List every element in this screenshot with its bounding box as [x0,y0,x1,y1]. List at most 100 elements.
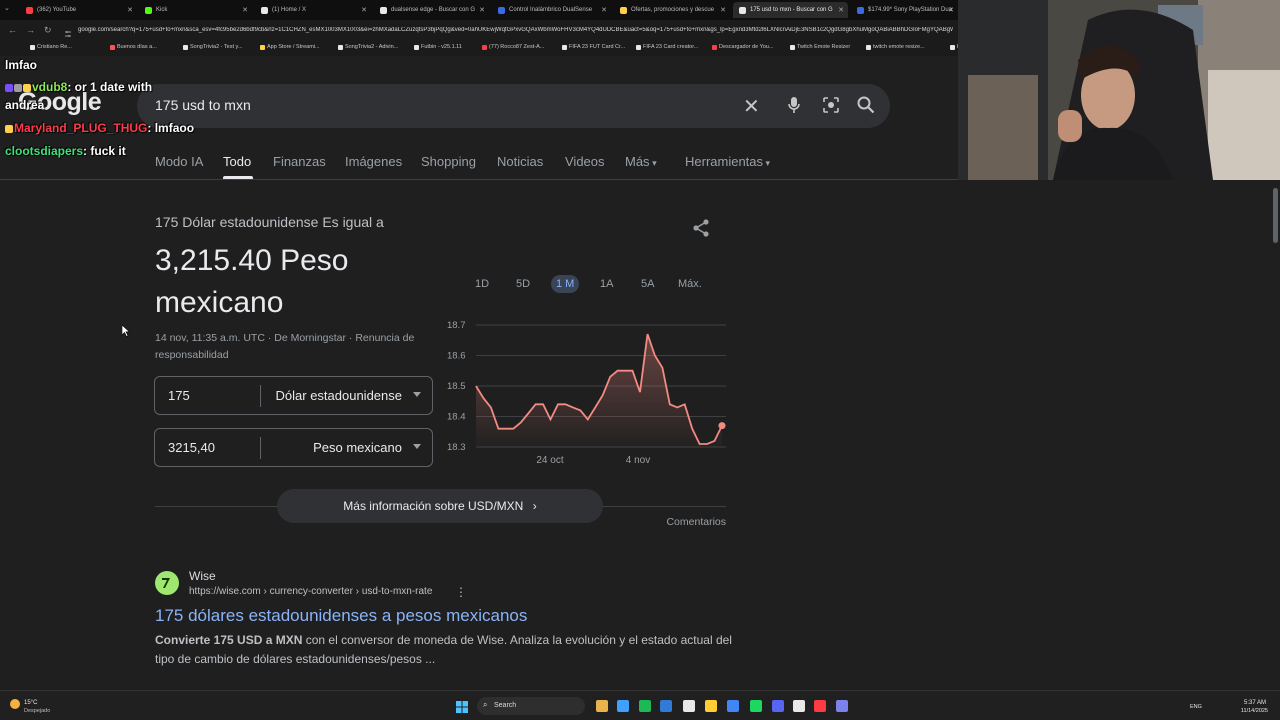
bookmark-label: SongTrivia2 - Adivin... [345,44,399,50]
browser-tab[interactable]: dualsense edge - Buscar con G ✕ [374,2,489,18]
bookmark-favicon-icon [790,44,795,50]
taskbar-app-icon[interactable] [617,700,629,712]
tab-close-icon[interactable]: ✕ [127,6,133,14]
tab-label: (1) Home / X [272,7,307,13]
microphone-icon[interactable] [787,96,801,119]
more-info-button[interactable]: Más información sobre USD/MXN › [277,489,603,523]
clock-date[interactable]: 11/14/2025 [1232,708,1268,714]
exchange-rate-chart[interactable]: 18.7 18.6 18.5 18.4 18.3 24 oct 4 nov [440,315,730,475]
search-icon[interactable] [856,95,876,120]
tab-close-icon[interactable]: ✕ [479,6,485,14]
browser-tab[interactable]: Control Inalámbrico DualSense ✕ [492,2,611,18]
more-options-icon[interactable]: ⋮ [455,585,467,599]
clear-icon[interactable]: ✕ [743,94,760,119]
nav-tab[interactable]: Todo [223,154,251,169]
bookmark-item[interactable]: Descargador de You... [712,44,773,50]
dropdown-caret-icon[interactable] [413,392,421,397]
range-option[interactable]: Máx. [678,278,702,290]
tab-search-chevron-icon[interactable]: ⌄ [4,4,10,12]
taskbar-app-icon[interactable] [639,700,651,712]
bookmark-item[interactable]: SongTrivia2 - Test y... [183,44,242,50]
range-option[interactable]: 5D [516,278,530,290]
search-box[interactable]: 175 usd to mxn ✕ [137,84,890,128]
page-scrollbar[interactable] [1271,180,1280,690]
reload-icon[interactable]: ↻ [44,25,52,36]
tab-label: Kick [156,7,168,13]
bookmark-item[interactable]: Futbin - v25.1.11 [414,44,462,50]
nav-tab[interactable]: Herramientas ▾ [685,154,770,169]
browser-tab[interactable]: Kick ✕ [139,2,252,18]
nav-tab[interactable]: Shopping [421,154,476,169]
from-currency-select[interactable]: Dólar estadounidense [276,388,402,403]
from-amount-input[interactable]: 175 [168,388,190,403]
share-icon[interactable] [691,218,711,243]
taskbar-app-icon[interactable] [683,700,695,712]
weather-icon[interactable] [10,699,20,709]
nav-tab[interactable]: Finanzas [273,154,326,169]
forward-icon[interactable]: → [26,25,35,35]
taskbar-app-icon[interactable] [814,700,826,712]
bookmark-item[interactable]: App Store / Streami... [260,44,320,50]
taskbar-app-icon[interactable] [772,700,784,712]
bookmark-item[interactable]: FIFA 23 FUT Card Cr... [562,44,625,50]
browser-tab[interactable]: 175 usd to mxn - Buscar con G ✕ [733,2,848,18]
tab-close-icon[interactable]: ✕ [361,6,367,14]
lens-icon[interactable] [822,96,840,119]
bookmark-item[interactable]: twitch emote resize... [866,44,925,50]
nav-tab[interactable]: Más ▾ [625,154,657,169]
taskbar-app-icon[interactable] [705,700,717,712]
to-currency-field[interactable]: 3215,40 Peso mexicano [154,428,433,467]
taskbar-search[interactable]: ⌕ Search [477,697,585,715]
browser-tab[interactable]: Ofertas, promociones y descue ✕ [614,2,730,18]
site-info-icon[interactable] [64,25,72,43]
tab-favicon-icon [620,6,627,14]
to-currency-select[interactable]: Peso mexicano [313,440,402,455]
bookmark-item[interactable]: SongTrivia2 - Adivin... [338,44,398,50]
bookmark-item[interactable]: Cristiano Re... [30,44,72,50]
bookmark-item[interactable]: (77) Rocco87 Zest-A... [482,44,544,50]
tab-close-icon[interactable]: ✕ [720,6,726,14]
dropdown-caret-icon[interactable] [413,444,421,449]
back-icon[interactable]: ← [8,25,17,35]
taskbar-app-icon[interactable] [660,700,672,712]
result-site-name[interactable]: Wise [189,569,216,583]
taskbar-app-icon[interactable] [793,700,805,712]
bookmark-item[interactable]: Buenos días a... [110,44,157,50]
search-input[interactable]: 175 usd to mxn [155,97,251,113]
taskbar-app-icon[interactable] [727,700,739,712]
range-option[interactable]: 1 M [551,275,580,293]
taskbar-app-icon[interactable] [596,700,608,712]
weather-desc[interactable]: Despejado [24,708,50,714]
result-url[interactable]: https://wise.com › currency-converter › … [189,586,432,597]
clock-time[interactable]: 5:37 AM [1236,700,1266,706]
range-option[interactable]: 1A [600,278,613,290]
to-amount-input[interactable]: 3215,40 [168,440,215,455]
result-title-link[interactable]: 175 dólares estadounidenses a pesos mexi… [155,606,527,626]
range-option[interactable]: 1D [475,278,489,290]
nav-tab[interactable]: Noticias [497,154,543,169]
language-indicator[interactable]: ENG [1190,704,1202,710]
browser-tab[interactable]: $174.99* Sony PlayStation Dua ✕ [851,2,958,18]
comments-link[interactable]: Comentarios [640,516,726,528]
bookmark-item[interactable]: FIFA 23 Card creator... [636,44,698,50]
nav-tab[interactable]: Videos [565,154,605,169]
tab-close-icon[interactable]: ✕ [838,6,844,14]
nav-tab[interactable]: Modo IA [155,154,203,169]
wise-favicon-icon[interactable] [155,571,179,595]
nav-tab[interactable]: Imágenes [345,154,402,169]
range-option[interactable]: 5A [641,278,654,290]
url-field[interactable]: google.com/search?q=175+usd+to+mxn&sca_e… [78,27,953,33]
weather-temp[interactable]: 15°C [24,700,37,706]
browser-tab[interactable]: (362) YouTube ✕ [20,2,137,18]
taskbar-app-icon[interactable] [750,700,762,712]
tab-close-icon[interactable]: ✕ [242,6,248,14]
tab-close-icon[interactable]: ✕ [948,6,954,14]
scrollbar-thumb[interactable] [1273,188,1278,243]
from-currency-field[interactable]: 175 Dólar estadounidense [154,376,433,415]
bookmark-item[interactable]: Twitch Emote Resizer [790,44,850,50]
start-icon[interactable] [456,700,468,718]
taskbar-app-icon[interactable] [836,700,848,712]
tab-close-icon[interactable]: ✕ [601,6,607,14]
browser-tab[interactable]: (1) Home / X ✕ [255,2,371,18]
bookmark-label: Descargador de You... [719,44,774,50]
